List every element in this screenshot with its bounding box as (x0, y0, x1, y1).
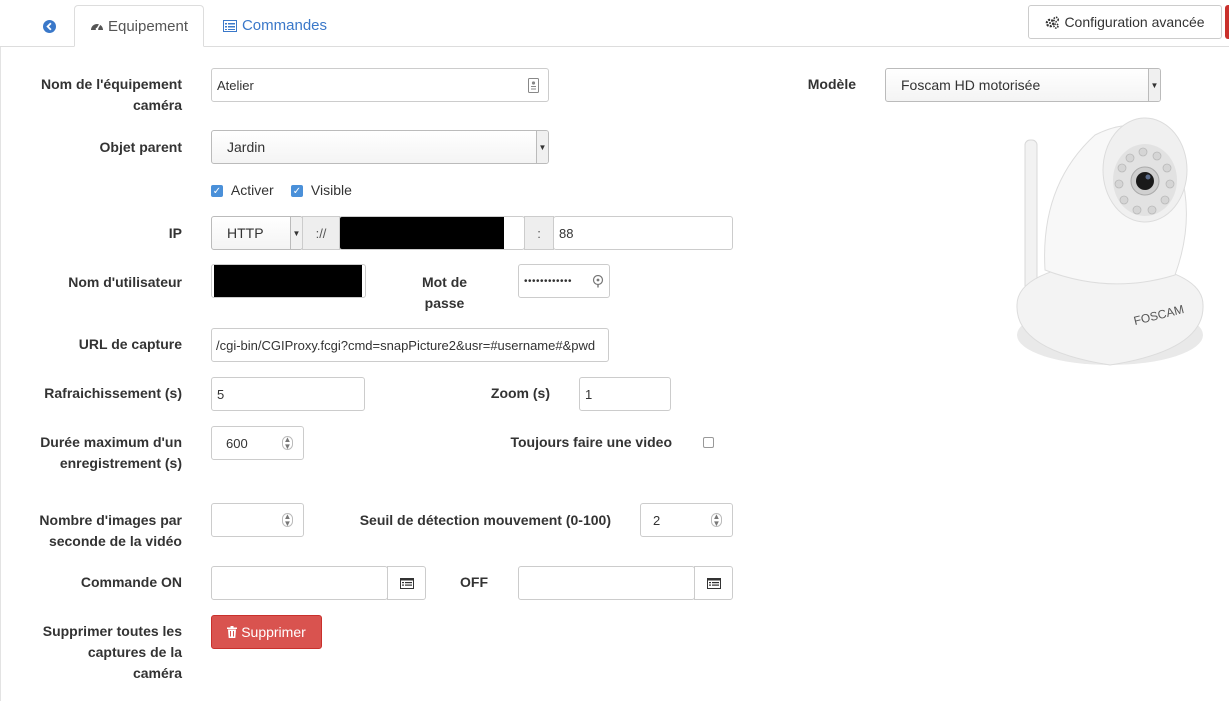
tachometer-icon (90, 23, 103, 31)
delete-button-edge[interactable] (1225, 5, 1229, 39)
password-input-value: •••••••••••• (524, 275, 573, 287)
password-label-line1: Mot de (421, 274, 468, 290)
motion-threshold-label: Seuil de détection mouvement (0-100) (359, 512, 611, 528)
protocol-separator: :// (302, 216, 340, 250)
chevron-down-icon: ▼ (290, 217, 302, 249)
max-duration-label: Durée maximum d'un enregistrement (s) (10, 432, 182, 474)
protocol-select[interactable]: HTTP ▼ (211, 216, 303, 250)
parent-label: Objet parent (99, 139, 182, 155)
always-video-label: Toujours faire une video (510, 434, 672, 450)
name-label-line1: Nom de l'équipement (40, 76, 182, 92)
capture-url-label: URL de capture (78, 336, 182, 352)
model-select[interactable]: Foscam HD motorisée ▼ (885, 68, 1161, 102)
motion-threshold-input-value: 2 (653, 512, 661, 528)
name-input-value: Atelier (217, 77, 254, 93)
zoom-label: Zoom (s) (490, 385, 550, 401)
list-alt-icon (399, 577, 414, 589)
panel-left-border (0, 47, 1, 701)
motion-threshold-input[interactable]: 2 ▲ ▼ (640, 503, 733, 537)
redacted-ip-block (340, 217, 504, 249)
command-off-input[interactable] (518, 566, 695, 600)
always-video-checkbox[interactable] (703, 437, 714, 448)
model-label: Modèle (807, 76, 856, 92)
max-duration-label-line1: Durée maximum d'un (40, 434, 182, 450)
name-input[interactable]: Atelier (211, 68, 549, 102)
max-duration-input-value: 600 (226, 435, 248, 451)
spinner-arrows-icon[interactable]: ▲ ▼ (711, 513, 722, 528)
command-on-list-button[interactable] (387, 566, 426, 600)
tab-back[interactable] (26, 6, 72, 47)
redacted-username-block (214, 265, 362, 297)
port-input-value: 88 (559, 225, 574, 241)
protocol-select-value: HTTP (227, 225, 264, 241)
fps-label: Nombre d'images par seconde de la vidéo (10, 510, 182, 552)
model-select-value: Foscam HD motorisée (901, 77, 1041, 93)
delete-captures-label-line3: caméra (132, 665, 182, 681)
fps-input[interactable]: ▲ ▼ (211, 503, 304, 537)
tab-commands-label: Commandes (241, 17, 328, 34)
list-alt-icon (706, 577, 721, 589)
command-off-list-button[interactable] (694, 566, 733, 600)
visible-checkbox[interactable]: ✓ (291, 185, 303, 198)
delete-captures-label: Supprimer toutes les captures de la camé… (10, 621, 182, 684)
ip-label: IP (168, 225, 182, 241)
zoom-input[interactable]: 1 (579, 377, 671, 411)
visible-checkbox-group[interactable]: ✓ Visible (291, 180, 381, 201)
camera-image: FOSCAM (1016, 117, 1204, 366)
password-input[interactable]: •••••••••••• (518, 264, 610, 298)
capture-url-input-value: /cgi-bin/CGIProxy.fcgi?cmd=snapPicture2&… (216, 337, 596, 353)
max-duration-input[interactable]: 600 ▲ ▼ (211, 426, 304, 460)
username-input[interactable] (211, 264, 366, 298)
password-label-line2: passe (424, 295, 465, 311)
chevron-down-icon: ▼ (1148, 69, 1160, 101)
chevron-down-icon: ▼ (536, 131, 548, 163)
username-label: Nom d'utilisateur (68, 274, 182, 290)
fps-label-line2: seconde de la vidéo (48, 533, 182, 549)
activate-label: Activer (230, 182, 274, 198)
port-input[interactable]: 88 (553, 216, 733, 250)
delete-captures-button[interactable]: Supprimer (211, 615, 322, 649)
parent-select[interactable]: Jardin ▼ (211, 130, 549, 164)
trash-icon (227, 626, 238, 638)
command-on-label: Commande ON (80, 574, 182, 590)
refresh-label: Rafraichissement (s) (44, 385, 182, 401)
spinner-arrows-icon[interactable]: ▲ ▼ (282, 513, 293, 528)
advanced-config-label: Configuration avancée (1064, 14, 1205, 30)
name-label: Nom de l'équipement caméra (20, 74, 182, 116)
cogs-icon (1046, 16, 1060, 29)
key-icon (592, 275, 604, 288)
activate-checkbox-group[interactable]: ✓ Activer (211, 180, 301, 201)
off-label: OFF (460, 574, 488, 590)
delete-captures-label-line1: Supprimer toutes les (42, 623, 182, 639)
command-on-input[interactable] (211, 566, 388, 600)
refresh-input-value: 5 (217, 386, 225, 402)
password-label: Mot de passe (400, 272, 489, 314)
delete-captures-label-line2: captures de la (87, 644, 182, 660)
parent-select-value: Jardin (227, 139, 266, 155)
port-separator: : (524, 216, 554, 250)
activate-checkbox[interactable]: ✓ (211, 185, 223, 198)
ip-input[interactable] (339, 216, 525, 250)
capture-url-input[interactable]: /cgi-bin/CGIProxy.fcgi?cmd=snapPicture2&… (211, 328, 609, 362)
list-alt-icon (222, 19, 237, 32)
arrow-circle-left-icon (42, 20, 56, 33)
tab-commands[interactable]: Commandes (210, 5, 340, 46)
name-label-line2: caméra (132, 97, 182, 113)
delete-button-label: Supprimer (241, 624, 306, 640)
tab-equipment[interactable]: Equipement (74, 5, 204, 47)
zoom-input-value: 1 (585, 386, 593, 402)
advanced-config-button[interactable]: Configuration avancée (1028, 5, 1222, 39)
tab-equipment-label: Equipement (107, 17, 189, 35)
visible-label: Visible (310, 182, 352, 198)
refresh-input[interactable]: 5 (211, 377, 365, 411)
max-duration-label-line2: enregistrement (s) (59, 455, 182, 471)
fps-label-line1: Nombre d'images par (39, 512, 182, 528)
contact-card-icon (528, 78, 539, 93)
spinner-arrows-icon[interactable]: ▲ ▼ (282, 436, 293, 451)
